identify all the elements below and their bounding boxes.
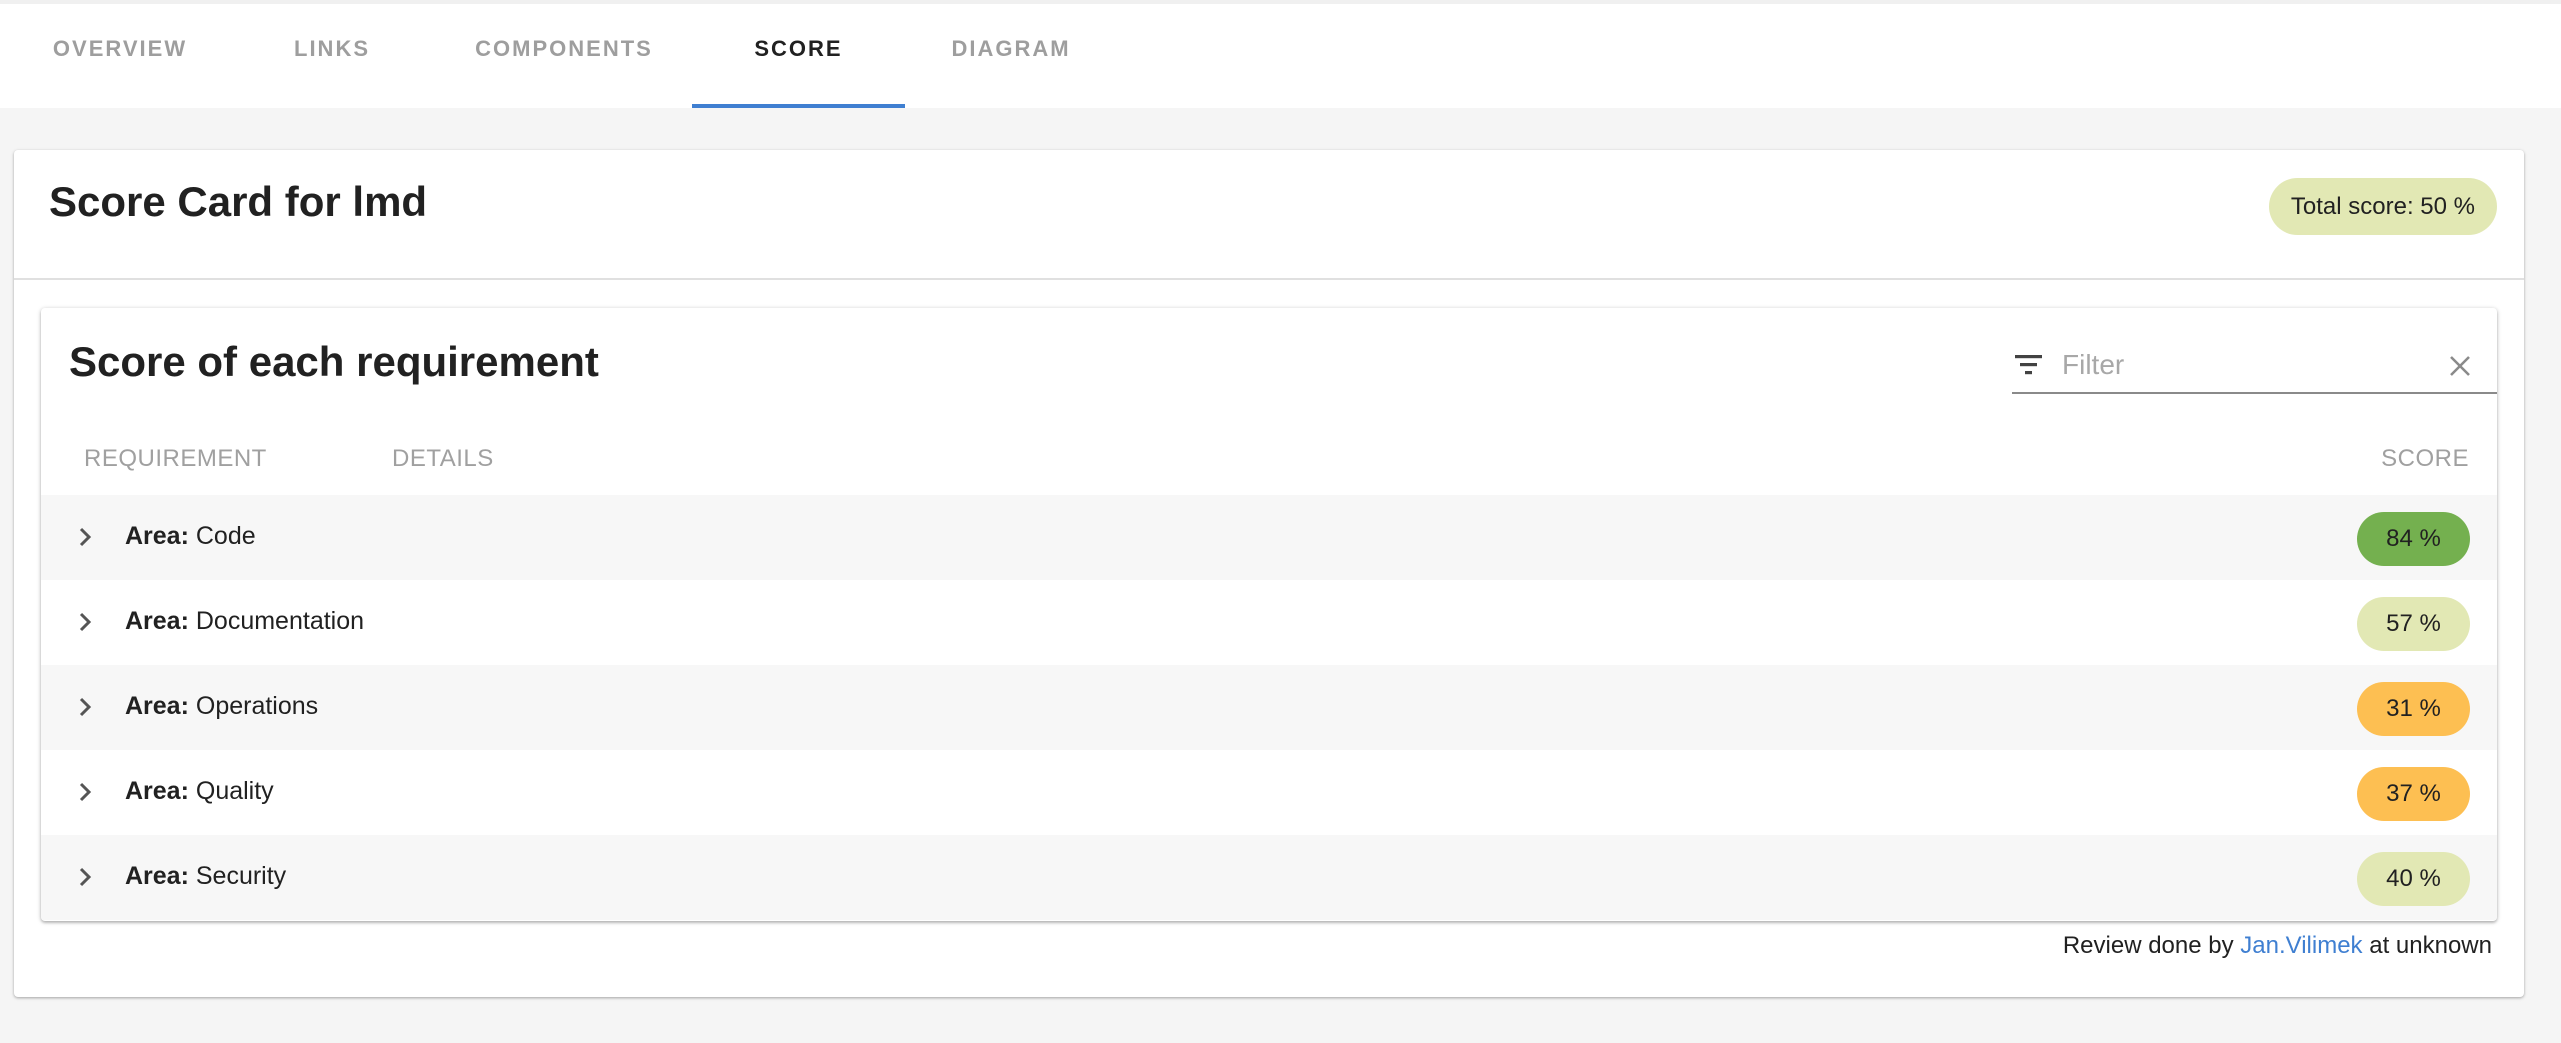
tab-components[interactable]: COMPONENTS	[424, 4, 704, 108]
row-name: Quality	[195, 777, 274, 805]
column-header-score[interactable]: SCORE	[2381, 445, 2469, 473]
table-row[interactable]: Area: Documentation 57 %	[41, 580, 2497, 665]
tab-links[interactable]: LINKS	[240, 4, 424, 108]
row-prefix: Area:	[125, 777, 189, 805]
tab-overview[interactable]: OVERVIEW	[0, 4, 240, 108]
score-card: Score Card for lmd Total score: 50 % Sco…	[14, 150, 2524, 997]
row-prefix: Area:	[125, 692, 189, 720]
requirements-table: Area: Code 84 % Area: Documentation 57 %…	[41, 495, 2497, 920]
row-prefix: Area:	[125, 862, 189, 890]
total-score-badge: Total score: 50 %	[2268, 178, 2497, 235]
chevron-right-icon[interactable]	[73, 522, 97, 552]
review-suffix: at unknown	[2369, 932, 2492, 959]
divider	[14, 278, 2524, 280]
row-prefix: Area:	[125, 607, 189, 635]
tab-score[interactable]: SCORE	[692, 4, 905, 108]
filter-field[interactable]	[2012, 338, 2497, 394]
row-label: Area: Documentation	[125, 607, 364, 636]
table-row[interactable]: Area: Code 84 %	[41, 495, 2497, 580]
row-label: Area: Security	[125, 862, 286, 891]
column-header-details[interactable]: DETAILS	[392, 445, 494, 473]
score-badge: 37 %	[2357, 767, 2470, 821]
row-label: Area: Code	[125, 522, 256, 551]
review-prefix: Review done by	[2062, 932, 2234, 959]
active-tab-indicator	[692, 104, 905, 108]
close-icon[interactable]	[2446, 352, 2474, 380]
row-label: Area: Operations	[125, 692, 318, 721]
row-label: Area: Quality	[125, 777, 274, 806]
score-badge: 31 %	[2357, 682, 2470, 736]
chevron-right-icon[interactable]	[73, 862, 97, 892]
row-name: Code	[195, 522, 256, 550]
filter-input[interactable]	[2060, 344, 2444, 386]
page-title: Score Card for lmd	[49, 178, 428, 225]
filter-list-icon	[2015, 355, 2042, 375]
chevron-right-icon[interactable]	[73, 607, 97, 637]
row-prefix: Area:	[125, 522, 189, 550]
chevron-right-icon[interactable]	[73, 777, 97, 807]
tab-bar: OVERVIEW LINKS COMPONENTS SCORE DIAGRAM	[0, 0, 2561, 108]
requirements-title: Score of each requirement	[69, 338, 599, 385]
row-name: Documentation	[195, 607, 365, 635]
tab-diagram[interactable]: DIAGRAM	[905, 4, 1117, 108]
table-row[interactable]: Area: Quality 37 %	[41, 750, 2497, 835]
reviewer-link[interactable]: Jan.Vilimek	[2240, 932, 2362, 959]
review-info: Review done by Jan.Vilimek at unknown	[2063, 932, 2492, 960]
chevron-right-icon[interactable]	[73, 692, 97, 722]
requirements-panel: Score of each requirement REQUIREMENT DE…	[41, 308, 2497, 921]
score-badge: 40 %	[2357, 852, 2470, 906]
table-row[interactable]: Area: Operations 31 %	[41, 665, 2497, 750]
row-name: Security	[195, 862, 287, 890]
score-badge: 57 %	[2357, 597, 2470, 651]
column-header-requirement[interactable]: REQUIREMENT	[84, 445, 267, 473]
row-name: Operations	[195, 692, 319, 720]
table-row[interactable]: Area: Security 40 %	[41, 835, 2497, 920]
score-badge: 84 %	[2357, 512, 2470, 566]
